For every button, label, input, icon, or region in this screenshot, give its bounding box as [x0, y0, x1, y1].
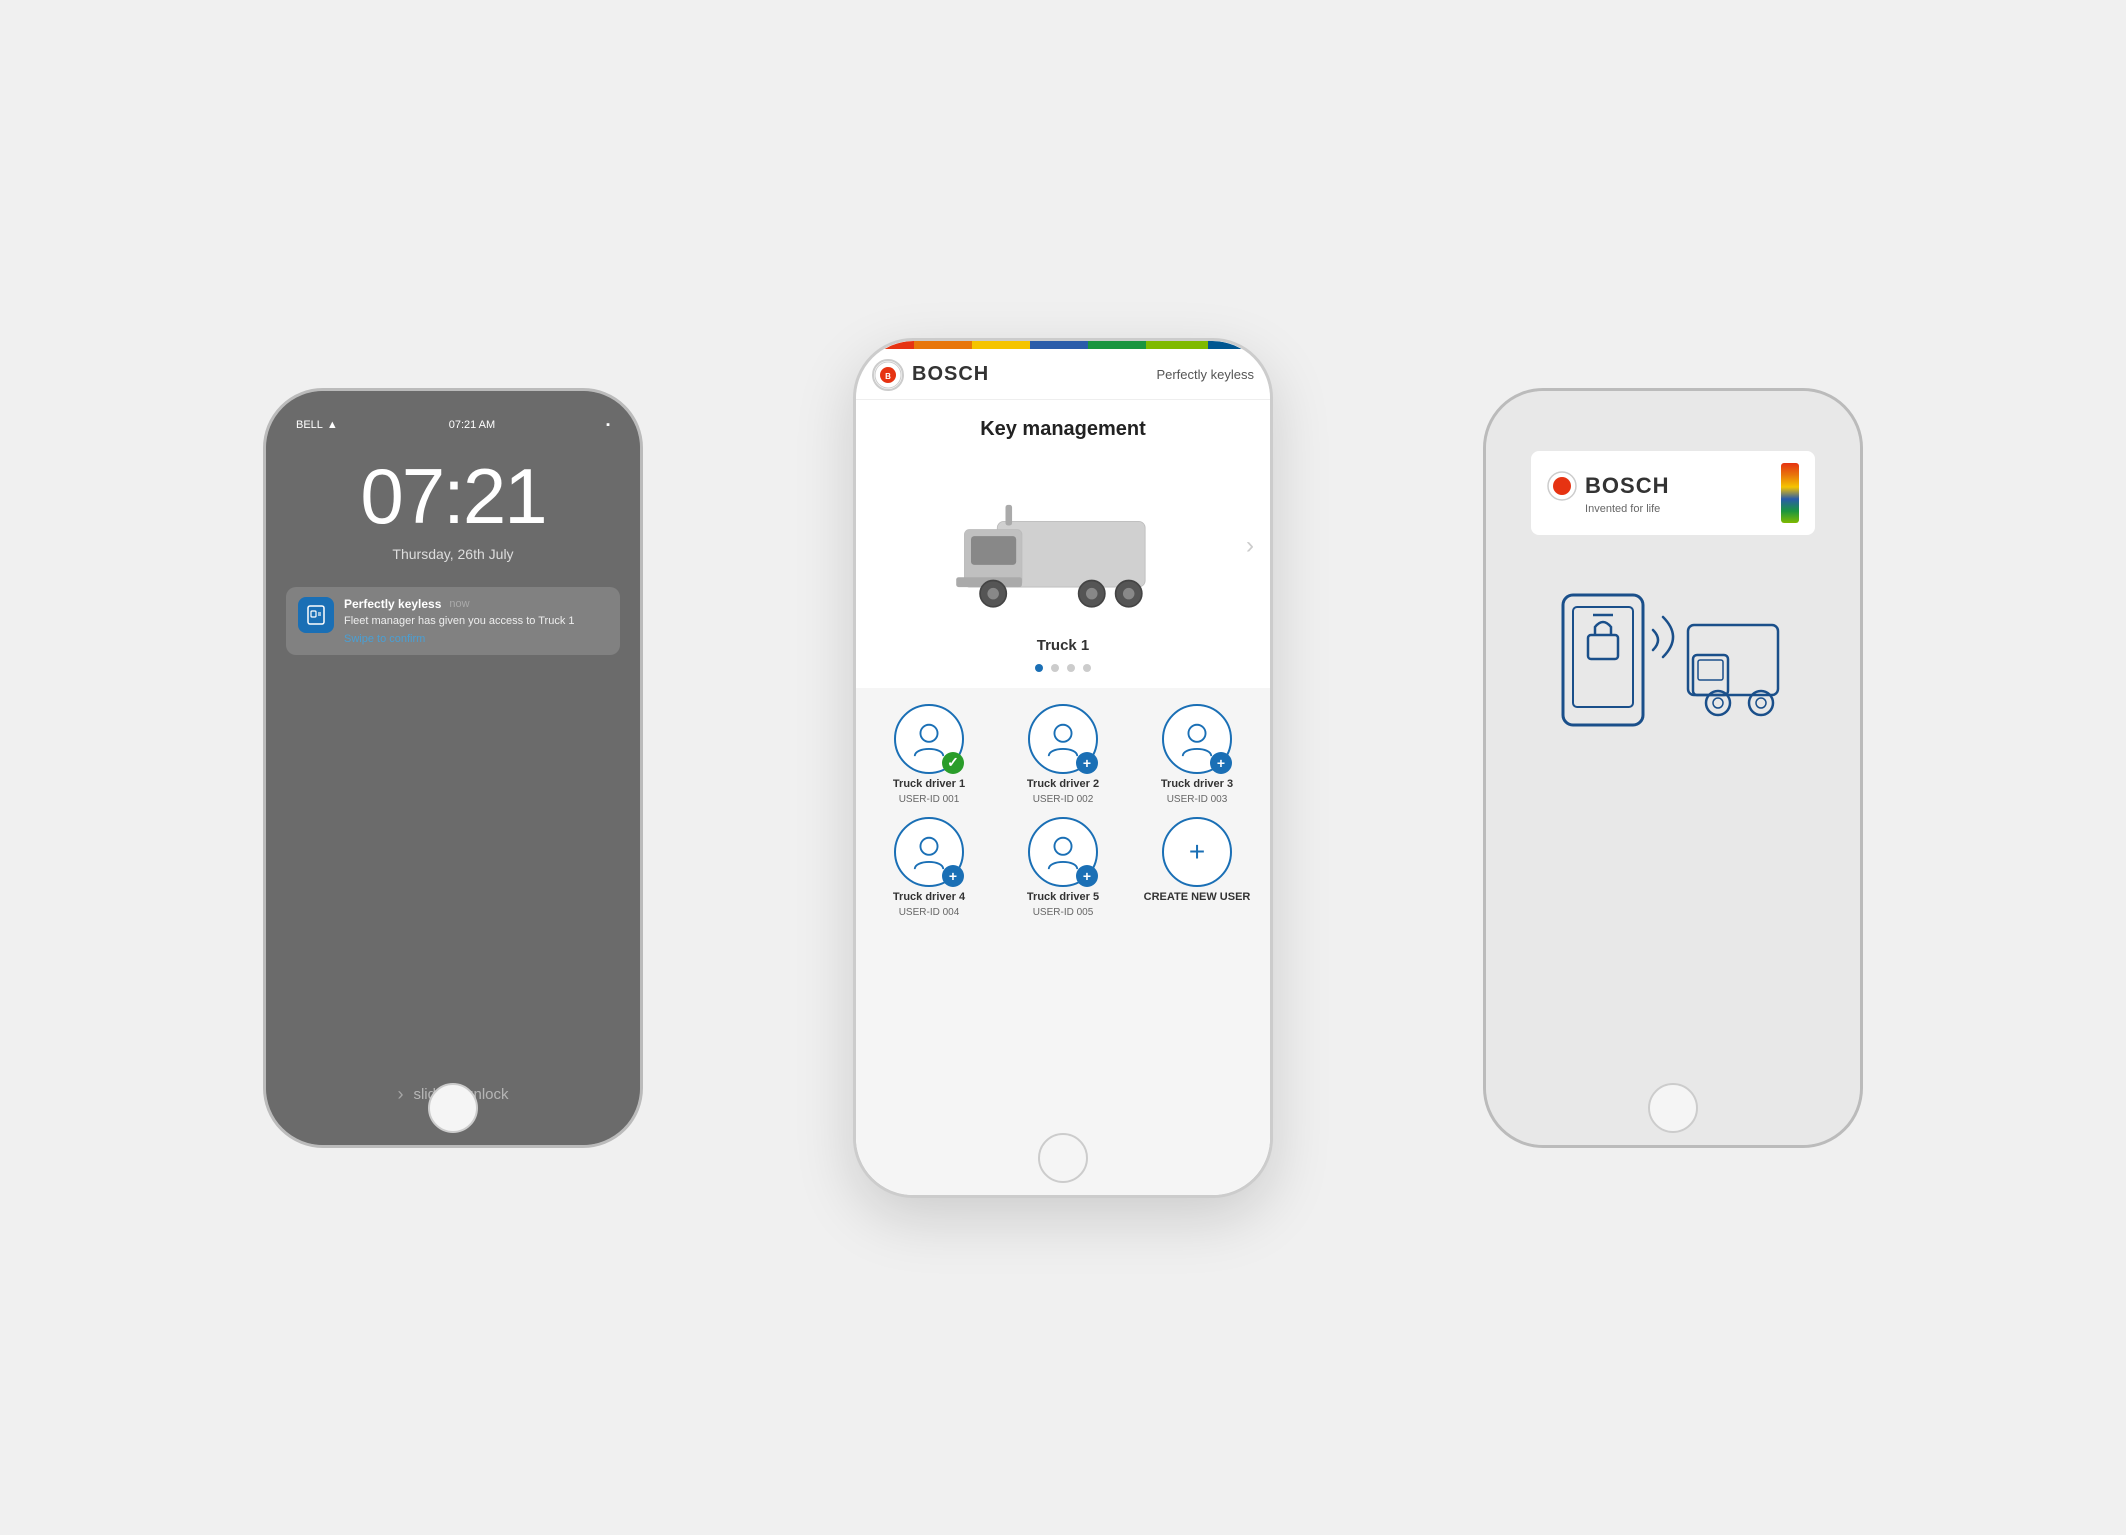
home-button-center[interactable] [1038, 1133, 1088, 1183]
notif-time: now [449, 598, 469, 610]
drivers-grid: ✓ Truck driver 1 USER-ID 001 [856, 688, 1270, 934]
carousel-dots [1035, 664, 1091, 672]
notification-app-icon [298, 597, 334, 633]
dot-3[interactable] [1067, 664, 1075, 672]
badge-plus-2: + [1076, 752, 1098, 774]
carousel-next-icon[interactable]: › [1246, 532, 1254, 560]
driver-avatar-wrap-2: + [1028, 704, 1098, 774]
right-screen: BOSCH Invented for life [1486, 391, 1860, 1145]
scene: BELL ▲ 07:21 AM ▪ 07:21 Thursday, 26th J… [63, 68, 2063, 1468]
right-phone: BOSCH Invented for life [1483, 388, 1863, 1148]
lock-date: Thursday, 26th July [286, 546, 620, 562]
driver-name-2: Truck driver 2 [1027, 778, 1099, 790]
wifi-icon: ▲ [327, 419, 338, 431]
app-content: Key management [856, 400, 1270, 1195]
dot-1[interactable] [1035, 664, 1043, 672]
lock-screen: BELL ▲ 07:21 AM ▪ 07:21 Thursday, 26th J… [266, 391, 640, 1145]
app-screen: B BOSCH Perfectly keyless Key management [856, 341, 1270, 1195]
app-header-subtitle: Perfectly keyless [1156, 367, 1254, 382]
screen-title: Key management [856, 400, 1270, 451]
badge-plus-5: + [1076, 865, 1098, 887]
driver-avatar-wrap-5: + [1028, 817, 1098, 887]
dot-2[interactable] [1051, 664, 1059, 672]
driver-id-4: USER-ID 004 [899, 907, 960, 918]
driver-card-4[interactable]: + Truck driver 4 USER-ID 004 [868, 817, 990, 918]
badge-plus-4: + [942, 865, 964, 887]
driver-avatar-wrap-3: + [1162, 704, 1232, 774]
driver-card-2[interactable]: + Truck driver 2 USER-ID 002 [1002, 704, 1124, 805]
truck-image-area: › [856, 461, 1270, 631]
status-time: 07:21 AM [449, 419, 495, 431]
svg-text:B: B [885, 372, 891, 381]
battery-icon: ▪ [606, 419, 610, 431]
left-phone: BELL ▲ 07:21 AM ▪ 07:21 Thursday, 26th J… [263, 388, 643, 1148]
truck-name: Truck 1 [1037, 637, 1090, 654]
home-button-left[interactable] [428, 1083, 478, 1133]
home-button-right[interactable] [1648, 1083, 1698, 1133]
notif-swipe-action[interactable]: Swipe to confirm [344, 633, 608, 645]
driver-avatar-wrap-4: + [894, 817, 964, 887]
center-phone: B BOSCH Perfectly keyless Key management [853, 338, 1273, 1198]
driver-id-2: USER-ID 002 [1033, 794, 1094, 805]
badge-plus-3: + [1210, 752, 1232, 774]
keyless-illustration [1543, 575, 1803, 755]
bosch-logo-card: BOSCH Invented for life [1531, 451, 1815, 535]
create-new-user-card[interactable]: + CREATE NEW USER [1136, 817, 1258, 918]
carrier-text: BELL [296, 419, 323, 431]
driver-card-5[interactable]: + Truck driver 5 USER-ID 005 [1002, 817, 1124, 918]
bosch-tagline: Invented for life [1585, 503, 1771, 515]
notif-app-name: Perfectly keyless [344, 597, 441, 611]
driver-name-5: Truck driver 5 [1027, 891, 1099, 903]
truck-image [948, 471, 1178, 621]
driver-name-4: Truck driver 4 [893, 891, 965, 903]
dot-4[interactable] [1083, 664, 1091, 672]
driver-card-1[interactable]: ✓ Truck driver 1 USER-ID 001 [868, 704, 990, 805]
bosch-color-bar [856, 341, 1270, 349]
create-user-label: CREATE NEW USER [1144, 891, 1251, 903]
notif-body: Fleet manager has given you access to Tr… [344, 614, 608, 629]
bosch-right-color-strip [1781, 463, 1799, 523]
bosch-right-brand: BOSCH [1585, 473, 1669, 499]
driver-id-3: USER-ID 003 [1167, 794, 1228, 805]
driver-avatar-wrap-1: ✓ [894, 704, 964, 774]
lock-clock: 07:21 [286, 451, 620, 542]
bosch-logo: B BOSCH [872, 359, 989, 391]
driver-card-3[interactable]: + Truck driver 3 USER-ID 003 [1136, 704, 1258, 805]
notification-card: Perfectly keyless now Fleet manager has … [286, 587, 620, 655]
notification-text: Perfectly keyless now Fleet manager has … [344, 597, 608, 645]
truck-carousel: › Truck 1 [856, 451, 1270, 688]
driver-name-3: Truck driver 3 [1161, 778, 1233, 790]
slide-arrow-icon: › [397, 1084, 403, 1105]
driver-id-5: USER-ID 005 [1033, 907, 1094, 918]
driver-name-1: Truck driver 1 [893, 778, 965, 790]
create-user-icon: + [1162, 817, 1232, 887]
status-bar: BELL ▲ 07:21 AM ▪ [286, 411, 620, 431]
app-header: B BOSCH Perfectly keyless [856, 349, 1270, 400]
driver-id-1: USER-ID 001 [899, 794, 960, 805]
bosch-brand-name: BOSCH [912, 363, 989, 386]
bosch-logo-icon: B [872, 359, 904, 391]
badge-check-1: ✓ [942, 752, 964, 774]
